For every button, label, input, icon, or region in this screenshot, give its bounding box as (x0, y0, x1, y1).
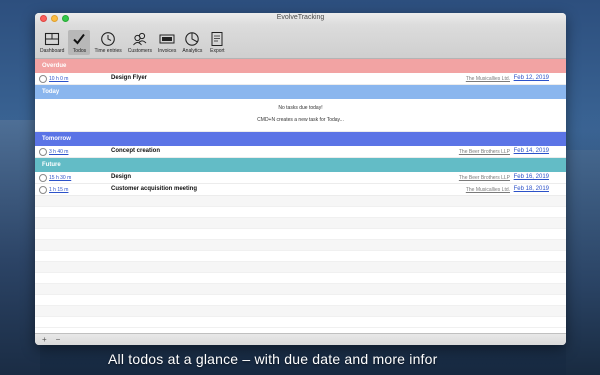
toolbar-customers-label: Customers (127, 48, 152, 54)
task-title: Design Flyer (111, 75, 148, 81)
app-window: EvolveTracking Dashboard Todos Time entr… (35, 13, 566, 345)
task-row[interactable]: 3 h 40 m Concept creation The Beer Broth… (35, 146, 566, 158)
toolbar-todos-button[interactable]: Todos (68, 30, 91, 55)
task-duration-link[interactable]: 3 h 40 m (49, 149, 68, 155)
toolbar-time-entries-button[interactable]: Time entries (92, 30, 123, 55)
desktop-mountain-right (566, 150, 600, 375)
section-header-today: Today (35, 85, 566, 99)
toolbar: Dashboard Todos Time entries Customers I… (35, 25, 566, 59)
empty-state-message: No tasks due today! (278, 105, 323, 111)
today-empty-state: No tasks due today! CMD+N creates a new … (35, 99, 566, 132)
task-checkbox[interactable] (39, 148, 47, 156)
task-duration-link[interactable]: 15 h 30 m (49, 175, 71, 181)
task-client-link[interactable]: The Beer Brothers LLP (459, 175, 510, 181)
task-row[interactable]: 15 h 30 m Design The Beer Brothers LLP F… (35, 172, 566, 184)
toolbar-invoices-button[interactable]: Invoices (156, 30, 178, 55)
task-row[interactable]: 1 h 15 m Customer acquisition meeting Th… (35, 184, 566, 196)
task-due-date-link[interactable]: Feb 16, 2019 (514, 174, 549, 180)
task-duration-link[interactable]: 10 h 0 m (49, 76, 68, 82)
invoice-icon (159, 34, 175, 44)
section-header-future: Future (35, 158, 566, 172)
toolbar-todos-label: Todos (72, 48, 87, 54)
desktop-mountain-left (0, 120, 40, 375)
task-checkbox[interactable] (39, 174, 47, 182)
section-header-tomorrow: Tomorrow (35, 132, 566, 146)
toolbar-export-button[interactable]: Export (206, 30, 228, 55)
promo-caption: All todos at a glance – with due date an… (108, 351, 438, 367)
remove-task-button[interactable]: − (56, 335, 61, 344)
toolbar-analytics-button[interactable]: Analytics (180, 30, 204, 55)
task-duration-link[interactable]: 1 h 15 m (49, 187, 68, 193)
customers-icon (133, 32, 147, 46)
task-title: Concept creation (111, 148, 161, 154)
task-due-date-link[interactable]: Feb 14, 2019 (514, 148, 549, 154)
toolbar-invoices-label: Invoices (157, 48, 177, 54)
toolbar-export-label: Export (210, 48, 225, 54)
task-client-link[interactable]: The Musicallies Ltd. (466, 187, 510, 193)
task-due-date-link[interactable]: Feb 18, 2019 (514, 186, 549, 192)
empty-list-area (35, 196, 566, 328)
export-icon (211, 32, 223, 46)
section-header-overdue: Overdue (35, 59, 566, 73)
empty-state-hint: CMD+N creates a new task for Today... (257, 117, 344, 123)
task-title: Customer acquisition meeting (111, 186, 198, 192)
task-client-link[interactable]: The Beer Brothers LLP (459, 149, 510, 155)
checkmark-icon (73, 33, 86, 45)
task-row[interactable]: 10 h 0 m Design Flyer The Musicallies Lt… (35, 73, 566, 85)
window-title: EvolveTracking (276, 14, 325, 21)
toolbar-analytics-label: Analytics (182, 48, 203, 54)
task-title: Design (111, 174, 132, 180)
toolbar-customers-button[interactable]: Customers (126, 30, 154, 55)
clock-icon (101, 32, 115, 46)
analytics-icon (185, 32, 200, 46)
add-task-button[interactable]: + (42, 335, 47, 344)
dashboard-icon (45, 32, 60, 46)
bottom-bar: + − (35, 333, 566, 345)
toolbar-dashboard-label: Dashboard (40, 48, 65, 54)
title-bar: EvolveTracking (35, 13, 566, 25)
task-checkbox[interactable] (39, 186, 47, 194)
toolbar-time-entries-label: Time entries (94, 48, 122, 54)
task-client-link[interactable]: The Musicallies Ltd. (466, 76, 510, 82)
task-due-date-link[interactable]: Feb 12, 2019 (514, 75, 549, 81)
toolbar-dashboard-button[interactable]: Dashboard (38, 30, 66, 55)
task-checkbox[interactable] (39, 75, 47, 83)
